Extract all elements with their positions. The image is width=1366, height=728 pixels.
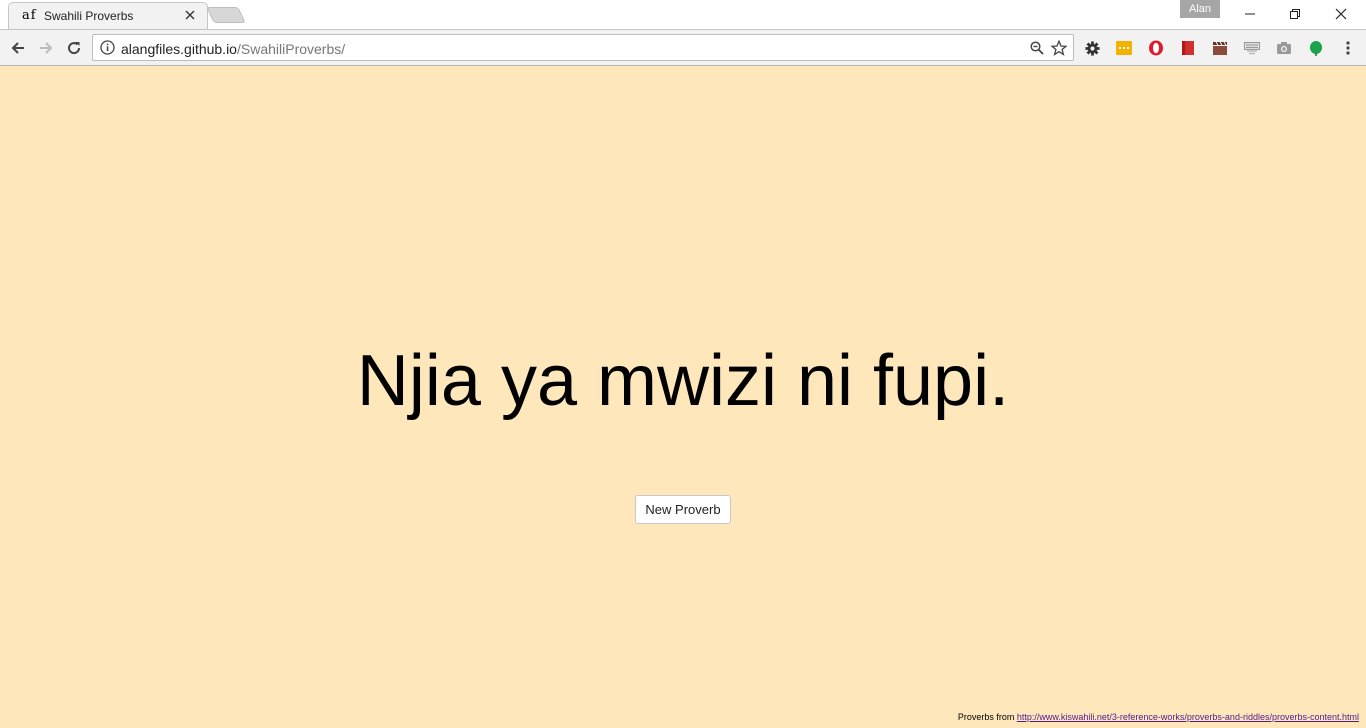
green-leaf-icon[interactable]: [1308, 40, 1324, 56]
camera-icon[interactable]: [1276, 40, 1292, 56]
menu-icon[interactable]: [1340, 40, 1356, 56]
browser-tab[interactable]: af Swahili Proverbs: [8, 2, 208, 29]
proverb-text: Njia ya mwizi ni fupi.: [356, 341, 1010, 421]
clapperboard-icon[interactable]: [1212, 40, 1228, 56]
close-icon: [1335, 8, 1347, 20]
url-text: alangfiles.github.io/SwahiliProverbs/: [121, 41, 345, 57]
yellow-extension-icon[interactable]: [1116, 40, 1132, 56]
page-content: Njia ya mwizi ni fupi. New Proverb Prove…: [0, 66, 1366, 728]
footer-credit: Proverbs from http://www.kiswahili.net/3…: [958, 712, 1359, 722]
info-icon[interactable]: [100, 40, 115, 60]
new-proverb-button[interactable]: New Proverb: [635, 495, 731, 524]
close-window-button[interactable]: [1318, 3, 1364, 25]
back-button[interactable]: [6, 36, 30, 60]
address-bar[interactable]: alangfiles.github.io/SwahiliProverbs/: [92, 34, 1074, 61]
url-path: /SwahiliProverbs/: [236, 41, 346, 57]
tab-favicon-icon: af: [22, 8, 37, 23]
title-bar: af Swahili Proverbs Alan: [0, 0, 1366, 29]
minimize-icon: [1245, 13, 1255, 15]
forward-button[interactable]: [34, 36, 58, 60]
new-tab-button[interactable]: [206, 7, 246, 23]
reload-icon: [68, 42, 81, 55]
tab-close-icon[interactable]: [183, 8, 197, 22]
restore-button[interactable]: [1272, 3, 1318, 25]
keyboard-icon[interactable]: [1244, 40, 1260, 56]
opera-icon[interactable]: [1148, 40, 1164, 56]
browser-toolbar: alangfiles.github.io/SwahiliProverbs/: [0, 29, 1366, 66]
footer-prefix: Proverbs from: [957, 712, 1017, 722]
minimize-button[interactable]: [1227, 3, 1273, 25]
gear-icon[interactable]: [1084, 40, 1100, 56]
red-book-icon[interactable]: [1180, 40, 1196, 56]
profile-button[interactable]: Alan: [1180, 0, 1220, 18]
back-arrow-icon: [11, 42, 24, 54]
tab-title: Swahili Proverbs: [44, 9, 134, 23]
bookmark-star-icon[interactable]: [1051, 40, 1067, 56]
reload-button[interactable]: [62, 36, 86, 60]
url-host: alangfiles.github.io: [121, 41, 237, 57]
forward-arrow-icon: [40, 42, 53, 54]
restore-icon: [1290, 9, 1300, 19]
source-link[interactable]: http://www.kiswahili.net/3-reference-wor…: [1017, 712, 1359, 722]
zoom-icon[interactable]: [1029, 40, 1045, 56]
